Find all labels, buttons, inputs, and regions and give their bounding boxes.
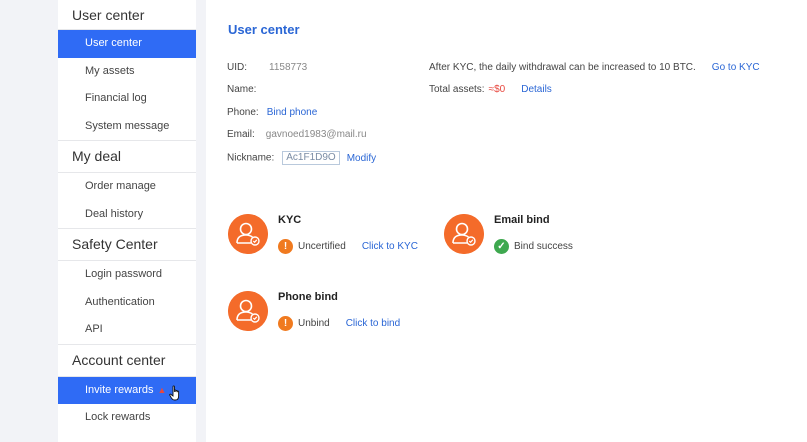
total-assets-value: ≈$0 <box>488 84 506 95</box>
uid-label: UID: <box>227 62 247 73</box>
sidebar-item-login-password[interactable]: Login password <box>58 261 196 289</box>
email-bind-card: Email bind ✓ Bind success <box>444 214 644 256</box>
go-to-kyc-link[interactable]: Go to KYC <box>712 62 760 73</box>
email-value: gavnoed1983@mail.ru <box>265 129 367 140</box>
phone-bind-status: Unbind <box>298 318 330 329</box>
sidebar-item-invite-rewards[interactable]: Invite rewards ▲ <box>58 376 196 404</box>
user-avatar-icon <box>228 291 268 331</box>
user-avatar-icon <box>444 214 484 254</box>
sidebar-item-order-manage[interactable]: Order manage <box>58 173 196 201</box>
email-status-row: ✓ Bind success <box>494 239 573 254</box>
sidebar-section-account-center: Account center Invite rewards ▲ Lock rewa… <box>58 345 196 432</box>
phone-status-row: ! Unbind Click to bind <box>278 316 400 331</box>
sidebar-item-deal-history[interactable]: Deal history <box>58 201 196 229</box>
sidebar-section-my-deal: My deal Order manage Deal history <box>58 141 196 229</box>
check-icon: ✓ <box>494 239 509 254</box>
sidebar-section-title: Account center <box>58 345 196 377</box>
kyc-status-row: ! Uncertified Click to KYC <box>278 239 418 254</box>
bind-phone-link[interactable]: Bind phone <box>267 107 318 118</box>
modify-link[interactable]: Modify <box>347 153 376 164</box>
sidebar-item-financial-log[interactable]: Financial log <box>58 85 196 113</box>
sidebar-section-title: User center <box>58 0 196 30</box>
phone-bind-card: Phone bind ! Unbind Click to bind <box>228 291 428 333</box>
uid-row: UID: 1158773 <box>227 62 307 73</box>
sidebar-section-safety-center: Safety Center Login password Authenticat… <box>58 229 196 345</box>
sidebar-item-api[interactable]: API <box>58 316 196 344</box>
sidebar-item-label: Invite rewards <box>85 383 154 396</box>
kyc-note: After KYC, the daily withdrawal can be i… <box>429 62 696 73</box>
kyc-title: KYC <box>278 214 302 226</box>
info-icon: ! <box>278 239 293 254</box>
info-icon: ! <box>278 316 293 331</box>
phone-label: Phone: <box>227 107 259 118</box>
sidebar-item-my-assets[interactable]: My assets <box>58 58 196 86</box>
nickname-label: Nickname: <box>227 152 275 164</box>
sidebar-item-authentication[interactable]: Authentication <box>58 289 196 317</box>
user-avatar-icon <box>228 214 268 254</box>
sidebar-section-user-center: User center User center My assets Financ… <box>58 0 196 141</box>
main-panel: User center UID: 1158773 Name: Phone: Bind… <box>206 0 807 442</box>
page-title: User center <box>228 22 300 37</box>
flame-icon: ▲ <box>157 384 167 395</box>
sidebar-item-lock-rewards[interactable]: Lock rewards <box>58 404 196 432</box>
kyc-status: Uncertified <box>298 241 346 252</box>
phone-row: Phone: Bind phone <box>227 107 317 118</box>
sidebar: User center User center My assets Financ… <box>58 0 196 442</box>
phone-bind-title: Phone bind <box>278 291 338 303</box>
email-bind-status: Bind success <box>514 241 573 252</box>
email-row: Email: gavnoed1983@mail.ru <box>227 129 367 140</box>
sidebar-item-user-center[interactable]: User center <box>58 30 196 58</box>
details-link[interactable]: Details <box>521 84 552 95</box>
name-label: Name: <box>227 84 257 95</box>
nickname-row: Nickname: Ac1F1D9O Modify <box>227 151 376 165</box>
total-assets-label: Total assets: <box>429 84 485 95</box>
click-to-bind-link[interactable]: Click to bind <box>346 318 400 329</box>
kyc-card: KYC ! Uncertified Click to KYC <box>228 214 428 256</box>
click-to-kyc-link[interactable]: Click to KYC <box>362 241 418 252</box>
sidebar-section-title: My deal <box>58 141 196 173</box>
sidebar-section-title: Safety Center <box>58 229 196 261</box>
nickname-field[interactable]: Ac1F1D9O <box>282 151 340 165</box>
email-bind-title: Email bind <box>494 214 550 226</box>
uid-value: 1158773 <box>269 62 308 73</box>
total-assets-row: Total assets: ≈$0 Details <box>429 84 552 95</box>
email-label: Email: <box>227 129 255 140</box>
hand-cursor-icon <box>169 384 180 400</box>
sidebar-item-system-message[interactable]: System message <box>58 113 196 141</box>
kyc-note-row: After KYC, the daily withdrawal can be i… <box>429 62 760 73</box>
name-row: Name: <box>227 84 256 95</box>
